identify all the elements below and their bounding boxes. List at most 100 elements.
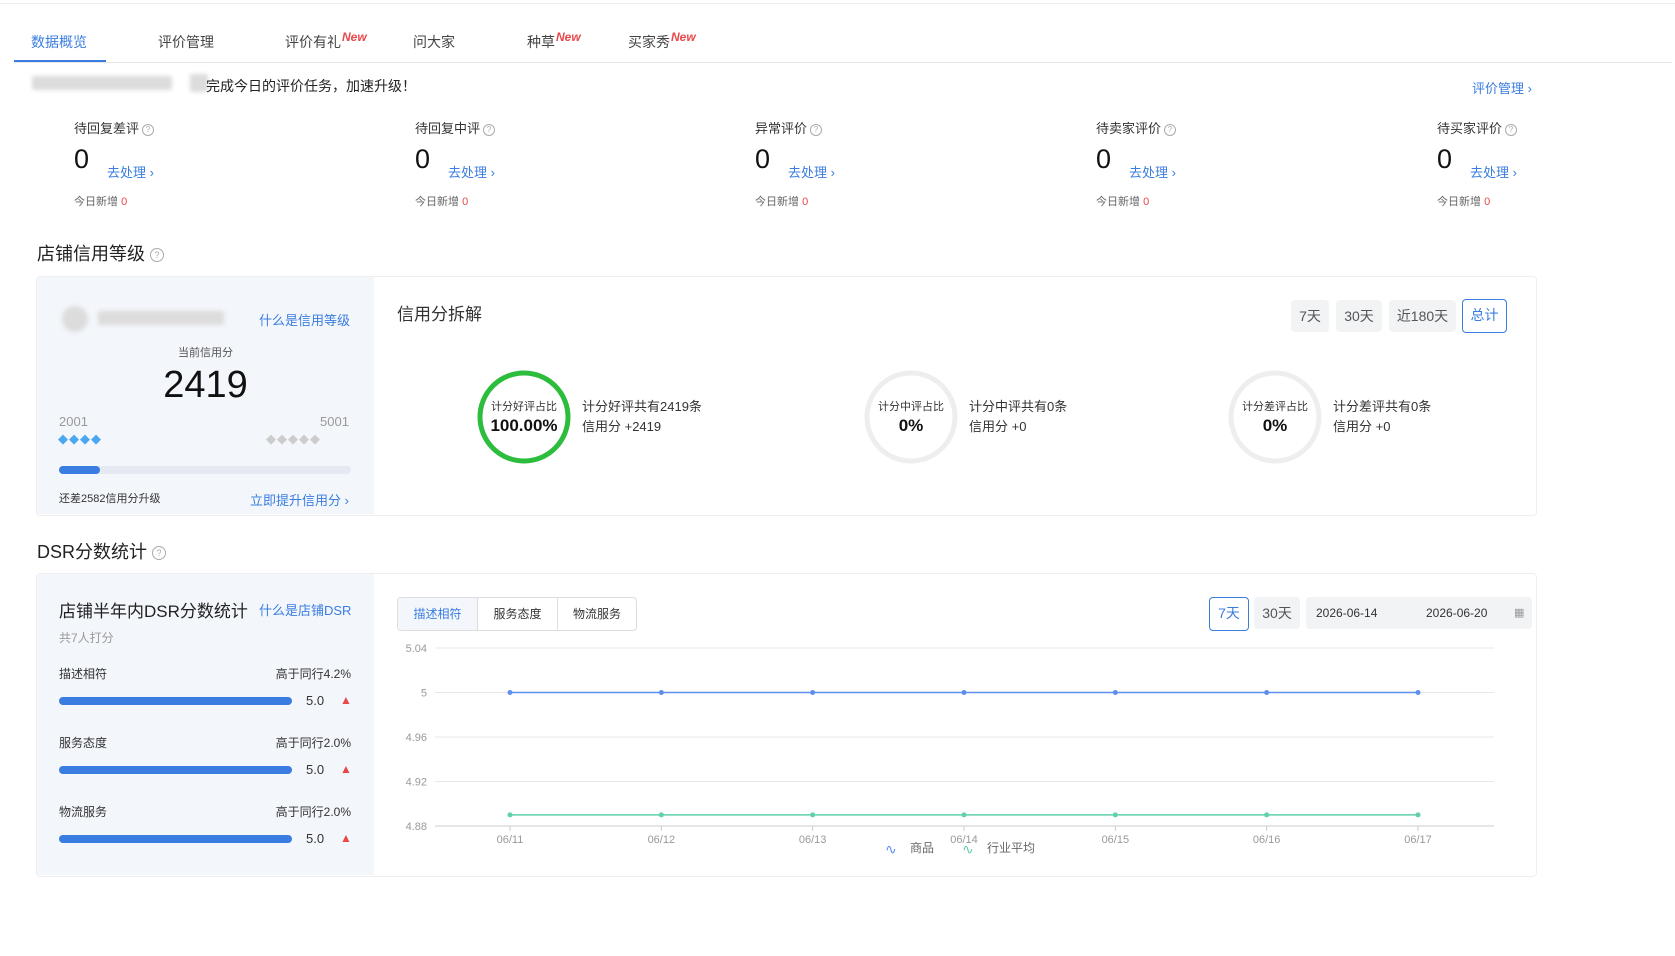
dsr-bar-track [59, 697, 292, 705]
help-icon[interactable]: ? [152, 546, 167, 561]
stat-label: 待买家评价? [1437, 118, 1637, 137]
negative-credit: 信用分 +0 [1333, 419, 1391, 434]
process-link[interactable]: 去处理 › [107, 162, 154, 181]
data-point [1415, 812, 1421, 818]
x-tick-label: 06/13 [799, 834, 827, 846]
dsr-bar-fill [59, 766, 292, 774]
ring-ratio: 0% [1262, 416, 1288, 435]
tab-review-management[interactable]: 评价管理 [158, 32, 214, 52]
legend-swatch-icon: ∿ [885, 842, 897, 858]
help-icon[interactable]: ? [1505, 123, 1518, 136]
data-point [961, 812, 967, 818]
dsr-bar-track [59, 835, 292, 843]
new-badge: New [556, 30, 581, 44]
credit-progress-fill [59, 466, 100, 474]
breakdown-title: 信用分拆解 [397, 305, 482, 324]
positive-credit: 信用分 +2419 [582, 419, 662, 434]
calendar-icon[interactable]: ▦ [1514, 606, 1524, 619]
dsr-section-title: DSR分数统计? [37, 538, 167, 564]
period-7d-button[interactable]: 7天 [1291, 300, 1329, 332]
negative-count: 计分差评共有0条 [1333, 399, 1432, 414]
ring-label: 计分差评占比 [1242, 401, 1308, 413]
period-total-button[interactable]: 总计 [1462, 299, 1507, 333]
stat-pending-buyer: 待买家评价? 0 去处理 › 今日新增 0 [1437, 118, 1637, 218]
chart-tab-service[interactable]: 服务态度 [478, 598, 558, 630]
process-link[interactable]: 去处理 › [1129, 162, 1176, 181]
stat-label: 待回复中评? [415, 118, 615, 137]
data-point [1415, 690, 1421, 695]
legend-label: 行业平均 [987, 841, 1035, 855]
data-point [1264, 812, 1270, 818]
process-link[interactable]: 去处理 › [448, 162, 495, 181]
improve-credit-link[interactable]: 立即提升信用分 › [250, 490, 349, 509]
blurred-username [32, 76, 172, 90]
ring-label: 计分好评占比 [491, 401, 557, 413]
tab-data-overview[interactable]: 数据概览 [31, 32, 87, 52]
what-is-credit-link[interactable]: 什么是信用等级 [259, 310, 350, 329]
process-link[interactable]: 去处理 › [1470, 162, 1517, 181]
remaining-text: 还差2582信用分升级 [59, 493, 161, 505]
period-180d-button[interactable]: 近180天 [1389, 300, 1456, 332]
chart-tab-description[interactable]: 描述相符 [398, 598, 478, 630]
stat-pending-seller: 待卖家评价? 0 去处理 › 今日新增 0 [1096, 118, 1296, 218]
date-start: 2026-06-14 [1316, 606, 1378, 620]
positive-count: 计分好评共有2419条 [582, 399, 702, 414]
tab-label: 数据概览 [31, 34, 87, 50]
x-tick-label: 06/12 [648, 834, 676, 846]
y-tick-label: 5.04 [406, 643, 427, 655]
tab-label: 评价有礼 [285, 34, 341, 50]
dsr-item-label: 物流服务 [59, 805, 108, 819]
help-icon[interactable]: ? [483, 123, 496, 136]
today-new: 今日新增 0 [1437, 196, 1491, 208]
main-tabs: 数据概览 评价管理 评价有礼New 问大家 种草New 买家秀New [14, 20, 1672, 63]
dsr-line-chart: 5.0454.964.924.8806/11 06/12 06/13 06/14 06/… [406, 643, 1494, 858]
dsr-item-compare: 高于同行4.2% [275, 667, 351, 681]
period-30d-button[interactable]: 30天 [1336, 300, 1382, 332]
chart-tab-logistics[interactable]: 物流服务 [558, 598, 636, 630]
tab-buyer-show[interactable]: 买家秀New [628, 30, 696, 52]
dsr-bar-fill [59, 697, 292, 705]
diamond-icons-current: ◆◆◆◆ [58, 431, 102, 446]
dsr-period-7d-button[interactable]: 7天 [1209, 597, 1249, 631]
x-tick-label: 06/16 [1253, 834, 1281, 846]
shop-avatar [62, 306, 88, 332]
review-management-link[interactable]: 评价管理 › [1472, 78, 1532, 97]
dsr-item-score: 5.0 [306, 831, 325, 846]
process-link[interactable]: 去处理 › [788, 162, 835, 181]
task-banner: 完成今日的评价任务，加速升级！ [206, 78, 416, 94]
dsr-item-label: 描述相符 [59, 667, 108, 681]
active-tab-indicator [14, 60, 106, 62]
date-range-picker[interactable]: 2026-06-14 2026-06-20 ▦ [1306, 597, 1532, 629]
tab-review-gift[interactable]: 评价有礼New [285, 30, 367, 52]
data-point [1112, 690, 1118, 695]
help-icon[interactable]: ? [150, 248, 164, 263]
data-point [1112, 812, 1118, 818]
tab-seeding[interactable]: 种草New [527, 30, 581, 52]
dsr-item-compare: 高于同行2.0% [275, 736, 351, 750]
data-point [658, 812, 664, 818]
dsr-item-score: 5.0 [306, 693, 325, 708]
stat-value: 0 [415, 144, 431, 174]
ring-ratio: 0% [898, 416, 924, 435]
data-point [810, 812, 816, 818]
ring-label: 计分中评占比 [878, 401, 944, 413]
today-new: 今日新增 0 [74, 196, 128, 208]
dsr-item-score: 5.0 [306, 762, 325, 777]
stat-pending-negative: 待回复差评? 0 去处理 › 今日新增 0 [74, 118, 274, 218]
blurred-shop-name [98, 311, 224, 325]
credit-progress-track [59, 466, 351, 474]
range-min: 2001 [59, 414, 88, 429]
diamond-icons-next: ◆◆◆◆◆ [266, 431, 321, 446]
help-icon[interactable]: ? [1164, 123, 1177, 136]
data-point [507, 690, 513, 695]
dsr-period-30d-button[interactable]: 30天 [1254, 597, 1300, 629]
up-arrow-icon: ▲ [340, 693, 352, 707]
what-is-dsr-link[interactable]: 什么是店铺DSR [259, 600, 351, 619]
dsr-raters: 共7人打分 [59, 631, 114, 645]
help-icon[interactable]: ? [810, 123, 823, 136]
tab-ask-everyone[interactable]: 问大家 [413, 32, 455, 52]
neutral-credit: 信用分 +0 [969, 419, 1027, 434]
stat-value: 0 [1437, 144, 1453, 174]
new-badge: New [671, 30, 696, 44]
help-icon[interactable]: ? [142, 123, 155, 136]
